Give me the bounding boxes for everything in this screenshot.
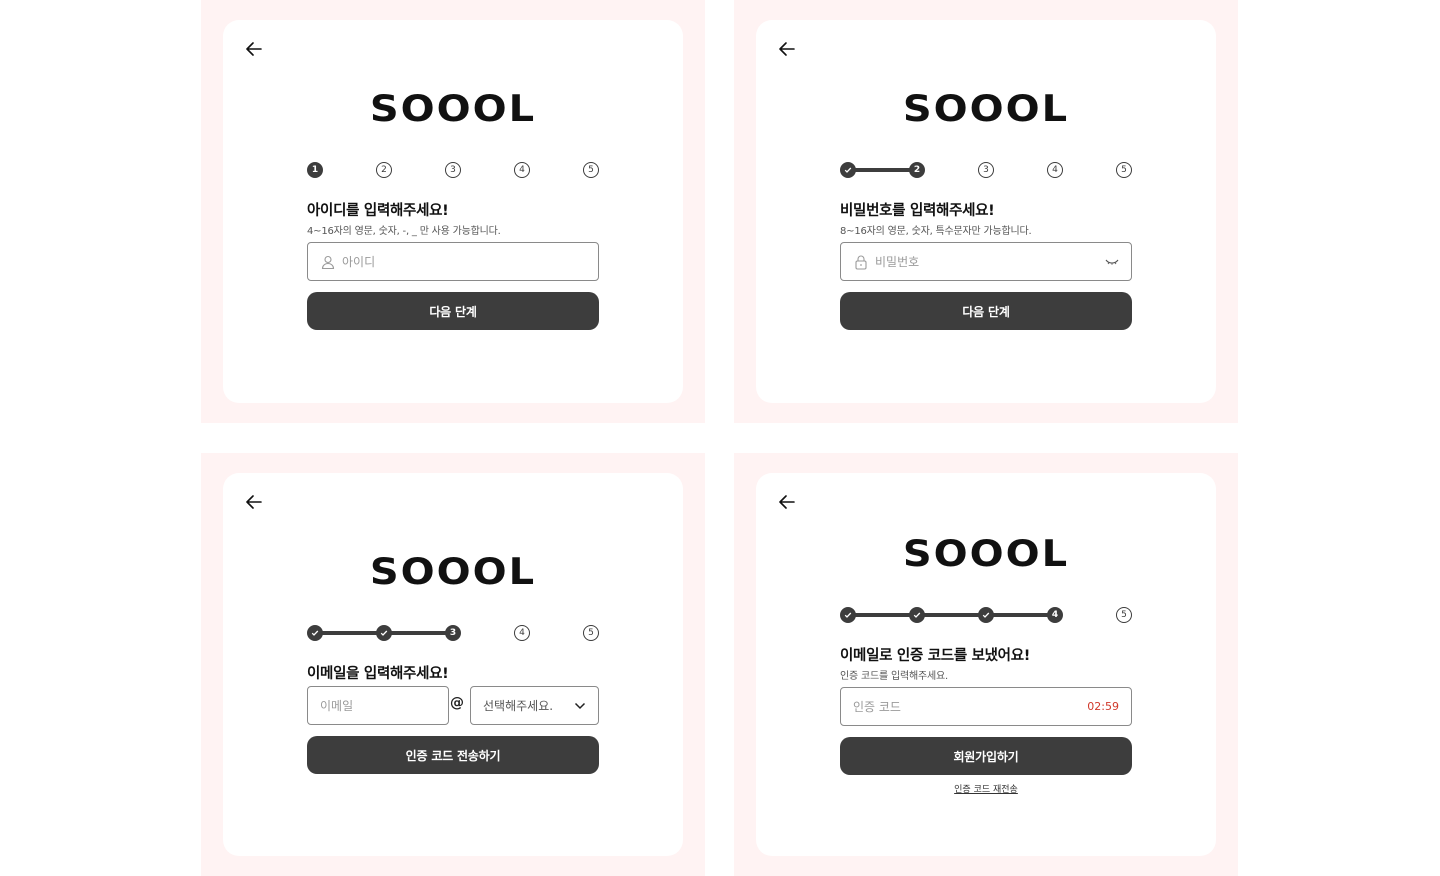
step-5: 5 bbox=[1116, 607, 1132, 623]
resend-code-link[interactable]: 인증 코드 재전송 bbox=[756, 782, 1216, 795]
step-2-done bbox=[376, 625, 392, 641]
step-4: 4 bbox=[1047, 162, 1063, 178]
signup-card: SOOOL 3 4 5 이메일을 입력해주세요! 이메일 @ 선택해주세요. 인… bbox=[223, 473, 683, 856]
brand-logo: SOOOL bbox=[902, 532, 1070, 576]
brand-logo: SOOOL bbox=[902, 87, 1070, 131]
check-icon bbox=[844, 167, 852, 173]
signup-button[interactable]: 회원가입하기 bbox=[840, 737, 1132, 775]
check-icon bbox=[311, 630, 319, 636]
page-subtitle: 인증 코드를 입력해주세요. bbox=[840, 671, 948, 682]
step-5: 5 bbox=[1116, 162, 1132, 178]
password-input[interactable]: 비밀번호 bbox=[840, 242, 1132, 281]
step-3: 3 bbox=[445, 162, 461, 178]
check-icon bbox=[913, 612, 921, 618]
step-1-done bbox=[840, 162, 856, 178]
page-title: 비밀번호를 입력해주세요! bbox=[840, 203, 995, 219]
step-indicator: 2 3 4 5 bbox=[840, 161, 1132, 179]
code-input-placeholder: 인증 코드 bbox=[853, 700, 901, 714]
page-title: 아이디를 입력해주세요! bbox=[307, 203, 449, 219]
domain-select-value: 선택해주세요. bbox=[483, 699, 554, 713]
step-1-done bbox=[840, 607, 856, 623]
user-icon bbox=[320, 254, 336, 270]
step-5: 5 bbox=[583, 625, 599, 641]
signup-card: SOOOL 2 3 4 5 비밀번호를 입력해주세요! 8~16자의 영문, 숫… bbox=[756, 20, 1216, 403]
step-4: 4 bbox=[514, 162, 530, 178]
next-step-button[interactable]: 다음 단계 bbox=[840, 292, 1132, 330]
email-local-input[interactable]: 이메일 bbox=[307, 686, 449, 725]
id-input-placeholder: 아이디 bbox=[342, 255, 376, 269]
brand-logo: SOOOL bbox=[369, 550, 537, 594]
step-indicator: 1 2 3 4 5 bbox=[307, 161, 599, 179]
chevron-down-icon bbox=[574, 702, 586, 710]
countdown-timer: 02:59 bbox=[1087, 700, 1119, 713]
progress-line bbox=[848, 613, 1055, 617]
signup-panel-password: SOOOL 2 3 4 5 비밀번호를 입력해주세요! 8~16자의 영문, 숫… bbox=[734, 0, 1238, 423]
password-input-placeholder: 비밀번호 bbox=[875, 255, 920, 269]
signup-card: SOOOL 4 5 이메일로 인증 코드를 보냈어요! 인증 코드를 입력해주세… bbox=[756, 473, 1216, 856]
back-arrow-icon[interactable] bbox=[776, 491, 798, 513]
email-domain-select[interactable]: 선택해주세요. bbox=[470, 686, 599, 725]
step-2: 2 bbox=[909, 162, 925, 178]
check-icon bbox=[380, 630, 388, 636]
page-subtitle: 8~16자의 영문, 숫자, 특수문자만 가능합니다. bbox=[840, 226, 1032, 237]
step-indicator: 4 5 bbox=[840, 606, 1132, 624]
step-4: 4 bbox=[514, 625, 530, 641]
step-1: 1 bbox=[307, 162, 323, 178]
back-arrow-icon[interactable] bbox=[243, 38, 265, 60]
check-icon bbox=[844, 612, 852, 618]
next-step-button[interactable]: 다음 단계 bbox=[307, 292, 599, 330]
page-title: 이메일을 입력해주세요! bbox=[307, 666, 449, 682]
id-input[interactable]: 아이디 bbox=[307, 242, 599, 281]
signup-panel-id: SOOOL 1 2 3 4 5 아이디를 입력해주세요! 4~16자의 영문, … bbox=[201, 0, 705, 423]
lock-icon bbox=[853, 254, 869, 270]
step-1-done bbox=[307, 625, 323, 641]
signup-card: SOOOL 1 2 3 4 5 아이디를 입력해주세요! 4~16자의 영문, … bbox=[223, 20, 683, 403]
send-code-button[interactable]: 인증 코드 전송하기 bbox=[307, 736, 599, 774]
step-3: 3 bbox=[445, 625, 461, 641]
step-3-done bbox=[978, 607, 994, 623]
back-arrow-icon[interactable] bbox=[776, 38, 798, 60]
step-4: 4 bbox=[1047, 607, 1063, 623]
page-subtitle: 4~16자의 영문, 숫자, -, _ 만 사용 가능합니다. bbox=[307, 226, 501, 237]
step-5: 5 bbox=[583, 162, 599, 178]
page-title: 이메일로 인증 코드를 보냈어요! bbox=[840, 648, 1031, 664]
brand-logo: SOOOL bbox=[369, 87, 537, 131]
progress-line bbox=[848, 168, 917, 172]
back-arrow-icon[interactable] bbox=[243, 491, 265, 513]
step-2: 2 bbox=[376, 162, 392, 178]
email-input-placeholder: 이메일 bbox=[320, 699, 354, 713]
signup-panel-email: SOOOL 3 4 5 이메일을 입력해주세요! 이메일 @ 선택해주세요. 인… bbox=[201, 453, 705, 876]
step-indicator: 3 4 5 bbox=[307, 624, 599, 642]
at-sign: @ bbox=[450, 695, 464, 711]
step-3: 3 bbox=[978, 162, 994, 178]
eye-closed-icon[interactable] bbox=[1105, 258, 1119, 266]
step-2-done bbox=[909, 607, 925, 623]
check-icon bbox=[982, 612, 990, 618]
verification-code-input[interactable]: 인증 코드 02:59 bbox=[840, 687, 1132, 726]
signup-panel-verify: SOOOL 4 5 이메일로 인증 코드를 보냈어요! 인증 코드를 입력해주세… bbox=[734, 453, 1238, 876]
